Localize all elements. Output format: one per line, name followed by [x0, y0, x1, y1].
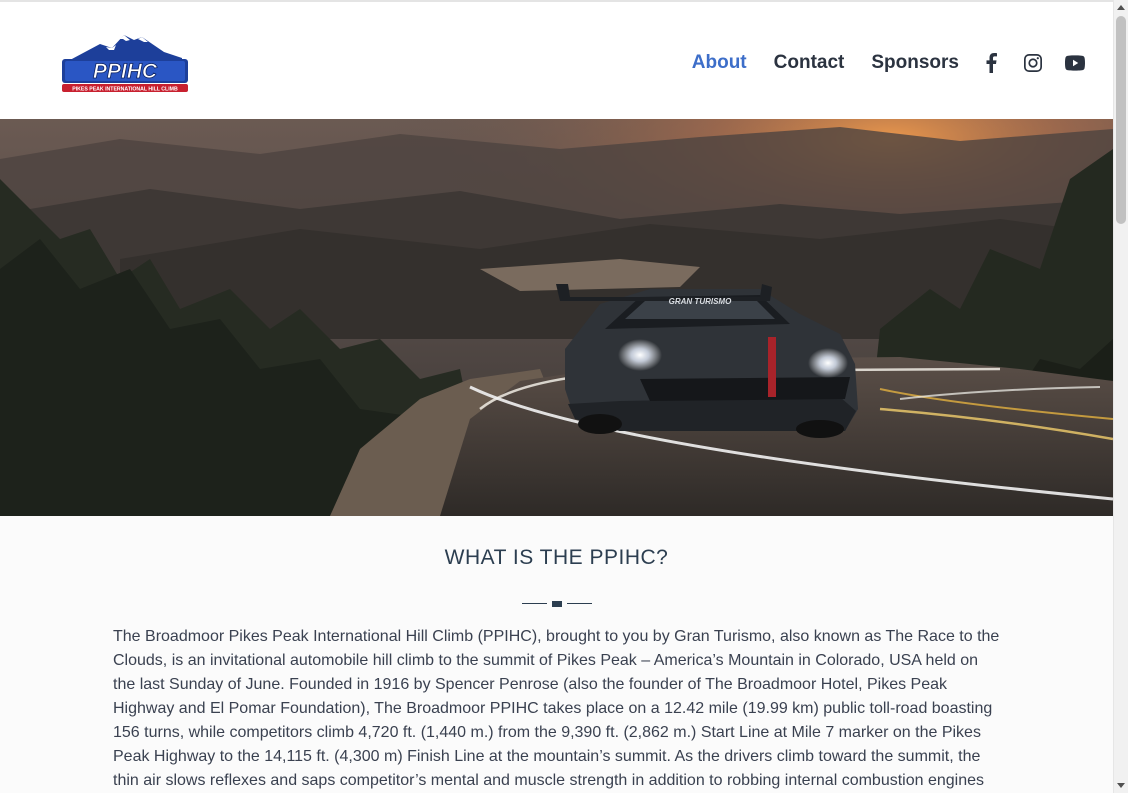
logo-subtext: PIKES PEAK INTERNATIONAL HILL CLIMB	[72, 87, 178, 93]
nav-link-about[interactable]: About	[692, 52, 747, 74]
site-header: PPIHC PIKES PEAK INTERNATIONAL HILL CLIM…	[0, 0, 1113, 119]
ppihc-logo[interactable]: PPIHC PIKES PEAK INTERNATIONAL HILL CLIM…	[60, 32, 190, 94]
section-body-text: The Broadmoor Pikes Peak International H…	[113, 628, 1000, 789]
hero-image: GRAN TURISMO	[0, 119, 1113, 516]
page-scrollbar[interactable]	[1113, 0, 1128, 793]
facebook-icon[interactable]	[981, 53, 1001, 73]
nav-link-contact[interactable]: Contact	[774, 52, 845, 74]
hero-photo-car-on-mountain-road: GRAN TURISMO	[0, 119, 1113, 516]
about-section: WHAT IS THE PPIHC? The Broadmoor Pikes P…	[0, 516, 1113, 793]
instagram-icon[interactable]	[1023, 53, 1043, 73]
section-title: WHAT IS THE PPIHC?	[444, 546, 669, 569]
scroll-down-arrow-icon[interactable]	[1117, 783, 1125, 788]
scroll-up-arrow-icon[interactable]	[1117, 5, 1125, 10]
nav-link-sponsors[interactable]: Sponsors	[871, 52, 959, 74]
section-divider	[522, 601, 592, 607]
car-livery-text: GRAN TURISMO	[669, 297, 732, 306]
scrollbar-thumb[interactable]	[1116, 16, 1126, 224]
main-nav: About Contact Sponsors	[665, 52, 1085, 74]
logo-wordmark: PPIHC	[93, 60, 158, 83]
youtube-icon[interactable]	[1065, 53, 1085, 73]
ppihc-logo-graphic: PPIHC PIKES PEAK INTERNATIONAL HILL CLIM…	[62, 35, 188, 93]
page-viewport: PPIHC PIKES PEAK INTERNATIONAL HILL CLIM…	[0, 0, 1113, 793]
